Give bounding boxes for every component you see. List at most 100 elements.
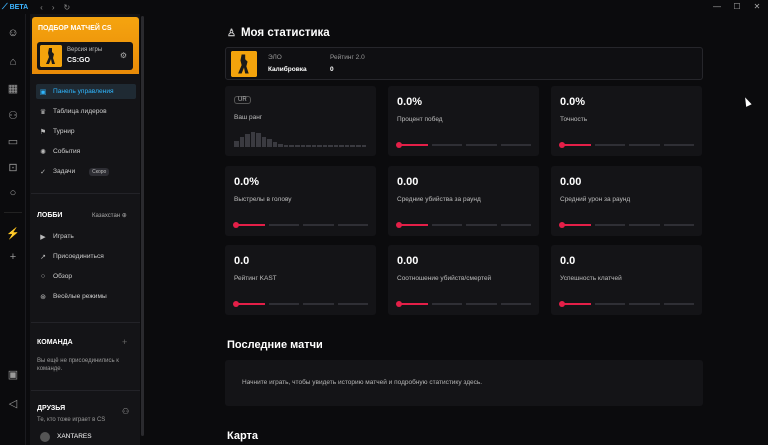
elo-value: Калибровка [268, 66, 307, 73]
bag-icon[interactable]: ⊡ [6, 160, 20, 174]
stat-value: 0.00 [397, 176, 419, 188]
stat-card: 0.00 Средний урон за раунд [551, 166, 702, 236]
stat-card: 0.0% Процент побед [388, 86, 539, 156]
sun-icon: ✺ [40, 148, 46, 156]
lobby-title: ЛОББИ [37, 212, 63, 219]
book-icon[interactable]: ▭ [6, 134, 20, 148]
team-empty-text: Вы ещё не присоединились к команде. [37, 358, 119, 372]
lobby-item-browse[interactable]: ○ Обзор [38, 269, 138, 284]
stat-bar [560, 144, 694, 146]
lobby-item-join[interactable]: ↗ Присоединиться [38, 249, 138, 264]
sidebar-item-leaderboard[interactable]: ♛ Таблица лидеров [38, 104, 138, 119]
lobby-item-play[interactable]: ▶ Играть [38, 229, 138, 244]
stat-value: 0.0% [397, 96, 423, 108]
friend-name[interactable]: XANTARES [57, 433, 92, 440]
user-stat-icon: ♙ [227, 27, 236, 39]
cs-logo [40, 45, 62, 67]
friends-subtitle: Те, кто тоже играет в CS [37, 417, 106, 423]
game-version-label: Версия игры [67, 47, 103, 53]
chat-icon[interactable]: ▣ [6, 367, 20, 381]
histogram-bar [317, 145, 322, 147]
stat-bar-dot [233, 222, 239, 228]
rank-badge: UR [234, 96, 251, 104]
dashboard-icon: ▣ [39, 88, 47, 96]
stat-value: 0.00 [397, 255, 419, 267]
histogram-bar [239, 137, 245, 147]
region-selector[interactable]: Казахстан ⊕ [92, 212, 127, 219]
forward-icon[interactable]: › [52, 3, 55, 12]
stat-label: Точность [560, 116, 588, 123]
stat-label: Средний урон за раунд [560, 196, 631, 203]
histogram-bar [350, 145, 356, 147]
elo-label: ЭЛО [268, 54, 282, 61]
histogram-bar [295, 145, 300, 147]
stat-value: 0.0 [234, 255, 250, 267]
add-friend-icon[interactable]: ⚇ [122, 407, 129, 416]
cs-icon[interactable]: ⚡ [6, 226, 20, 240]
avatar [40, 432, 50, 442]
stat-bar [397, 224, 531, 226]
grid-icon[interactable]: ▦ [6, 81, 20, 95]
histogram-bar [361, 145, 367, 147]
stat-card: 0.0 Рейтинг KAST [225, 245, 376, 315]
add-icon[interactable]: + [6, 250, 20, 264]
stat-value: 0.0 [560, 255, 576, 267]
search-icon[interactable]: ○ [6, 186, 20, 200]
game-version-card[interactable]: Версия игры CS:GO ⚙ [37, 42, 133, 70]
stat-bar-dot [559, 142, 565, 148]
stat-label: Успешность клатчей [560, 275, 622, 282]
histogram-bar [344, 145, 350, 147]
histogram-bar [306, 145, 311, 147]
back-icon[interactable]: ‹ [40, 3, 43, 12]
sidebar-item-tournament[interactable]: ⚑ Турнир [38, 124, 138, 139]
refresh-icon[interactable]: ↻ [64, 3, 71, 12]
stat-label: Процент побед [397, 116, 443, 123]
histogram-bar [272, 142, 278, 147]
histogram-bar [261, 137, 267, 147]
sidebar-item-tasks[interactable]: ✓ Задачи Скоро [38, 164, 138, 179]
add-team-icon[interactable]: + [122, 337, 127, 347]
globe-icon: ⊕ [121, 213, 127, 219]
histogram-bar [234, 141, 239, 147]
stat-label: Средние убийства за раунд [397, 196, 481, 203]
lobby-item-fun-modes[interactable]: ⊛ Весёлые режимы [38, 289, 138, 304]
stat-bar [397, 144, 531, 146]
profile-icon[interactable]: ☺ [6, 26, 20, 40]
sidebar-item-events[interactable]: ✺ События [38, 144, 138, 159]
rank-histogram [234, 130, 367, 147]
stat-bar-dot [396, 301, 402, 307]
rail-divider [4, 212, 22, 213]
sidebar-scrollbar[interactable] [141, 16, 144, 436]
title-bar: ⟋ BETA ‹ › ↻ — ☐ ✕ [0, 0, 768, 14]
stat-value: 0.0% [560, 96, 586, 108]
minimize-button[interactable]: — [712, 2, 722, 11]
friends-icon[interactable]: ⚇ [6, 108, 20, 122]
histogram-bar [278, 144, 283, 147]
stat-bar [234, 224, 368, 226]
stat-label: Выстрелы в голову [234, 196, 292, 203]
stat-bar [234, 303, 368, 305]
histogram-bar [356, 145, 361, 147]
gear-icon[interactable]: ⚙ [120, 51, 127, 60]
histogram-bar [333, 145, 339, 147]
maximize-button[interactable]: ☐ [732, 2, 742, 11]
stat-bar-dot [559, 222, 565, 228]
home-icon[interactable]: ⌂ [6, 55, 20, 69]
histogram-bar [311, 145, 317, 147]
megaphone-icon[interactable]: ◁ [6, 396, 20, 410]
tournament-icon: ⚑ [39, 128, 47, 136]
stat-bar-dot [396, 222, 402, 228]
histogram-bar [289, 145, 295, 147]
profile-summary: ЭЛО Калибровка Рейтинг 2.0 0 [225, 47, 703, 80]
stat-bar-dot [396, 142, 402, 148]
join-icon: ↗ [40, 253, 46, 261]
close-button[interactable]: ✕ [752, 2, 762, 11]
rating-label: Рейтинг 2.0 [330, 54, 365, 61]
sidebar-item-dashboard[interactable]: ▣ Панель управления [36, 84, 136, 99]
app-logo: ⟋ BETA [2, 2, 29, 11]
histogram-bar [328, 145, 333, 147]
histogram-bar [256, 133, 261, 147]
game-version-value: CS:GO [67, 57, 90, 64]
stat-card: 0.0 Успешность клатчей [551, 245, 702, 315]
trophy-icon: ♛ [39, 108, 47, 116]
